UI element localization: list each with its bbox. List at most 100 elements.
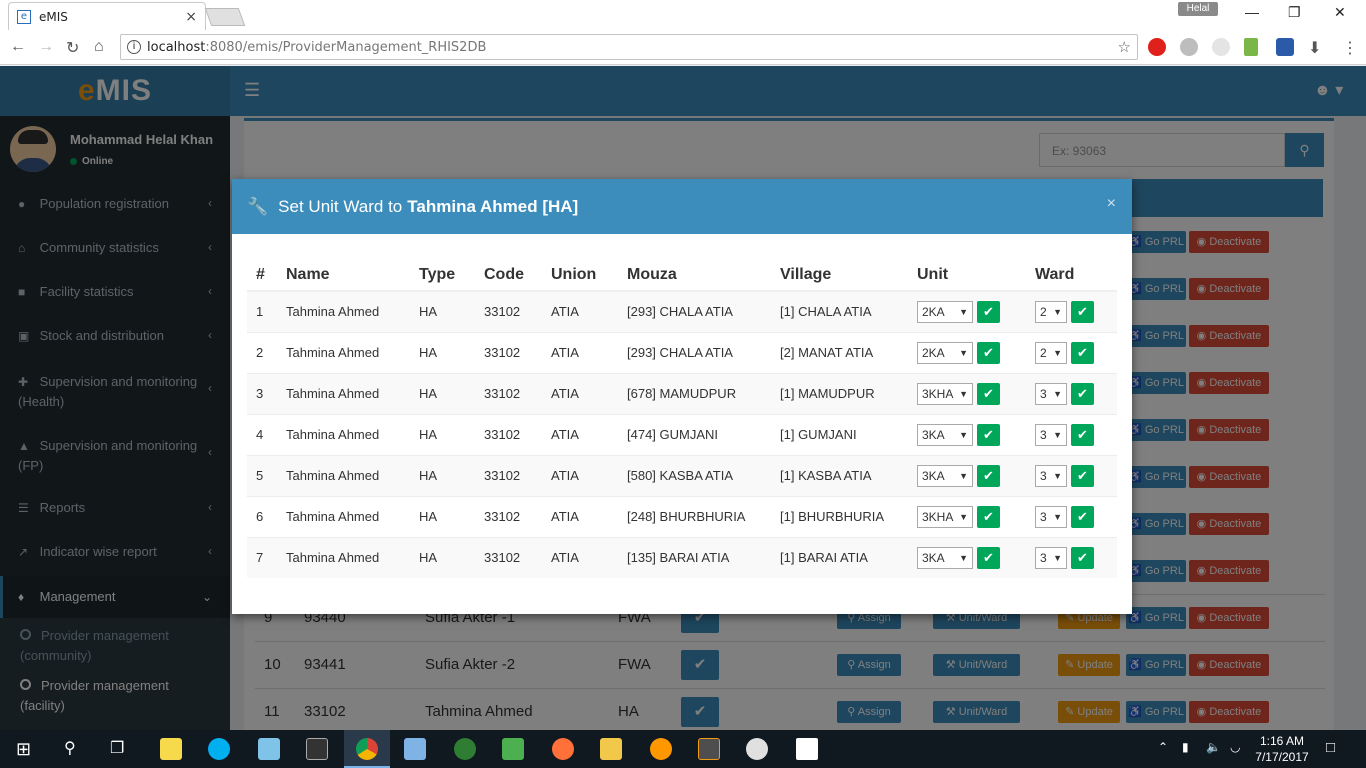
save-unit-button[interactable]: ✔ [977,505,1000,528]
globe-extension-icon[interactable] [1180,38,1198,56]
ward-select[interactable]: 3 ▼ [1035,505,1067,528]
save-unit-button[interactable]: ✔ [977,382,1000,405]
ward-select[interactable]: 3 ▼ [1035,464,1067,487]
row-unit-cell: 2KA ▼ ✔ [908,331,1026,373]
row-mouza: [474] GUMJANI [618,413,771,455]
ward-select[interactable]: 3 ▼ [1035,382,1067,405]
row-village: [1] MAMUDPUR [771,372,908,414]
row-union: ATIA [542,290,618,332]
browser-toolbar: ← → ↻ ⌂ i localhost:8080/emis/ProviderMa… [0,30,1366,65]
save-unit-button[interactable]: ✔ [977,341,1000,364]
show-hidden-icons-icon[interactable]: ⌃ [1158,740,1168,754]
back-icon[interactable]: ← [10,38,26,56]
new-tab-button[interactable] [204,8,246,26]
opera-extension-icon[interactable] [1148,38,1166,56]
row-name: Tahmina Ahmed [277,331,410,373]
sticky-notes-icon[interactable] [160,738,182,760]
row-ward-cell: 3 ▼ ✔ [1026,372,1117,414]
save-unit-button[interactable]: ✔ [977,300,1000,323]
row-mouza: [248] BHURBHURIA [618,495,771,537]
ward-select[interactable]: 3 ▼ [1035,546,1067,569]
save-ward-button[interactable]: ✔ [1071,300,1094,323]
uc-browser-icon[interactable] [650,738,672,760]
site-info-icon[interactable]: i [127,40,141,54]
row-number: 3 [247,372,277,414]
dropdown-arrow-icon: ▼ [959,306,968,317]
chrome-icon[interactable] [356,738,378,760]
row-ward-cell: 2 ▼ ✔ [1026,290,1117,332]
restore-icon[interactable]: ❐ [1288,4,1301,21]
col-header-number: # [247,259,277,292]
file-explorer-icon[interactable] [600,738,622,760]
profile-badge[interactable]: Helal [1178,2,1218,16]
notepad-icon[interactable] [258,738,280,760]
unit-select[interactable]: 2KA ▼ [917,300,973,323]
unit-select[interactable]: 3KA ▼ [917,546,973,569]
unit-select[interactable]: 3KA ▼ [917,423,973,446]
photos-icon[interactable] [796,738,818,760]
row-unit-cell: 3KHA ▼ ✔ [908,372,1026,414]
unit-select[interactable]: 3KHA ▼ [917,382,973,405]
ward-select[interactable]: 2 ▼ [1035,300,1067,323]
save-ward-button[interactable]: ✔ [1071,464,1094,487]
task-view-icon[interactable]: ❐ [110,738,124,758]
spreadsheet-icon[interactable] [502,738,524,760]
unit-select[interactable]: 3KHA ▼ [917,505,973,528]
row-village: [2] MANAT ATIA [771,331,908,373]
app-icon[interactable] [454,738,476,760]
window-close-icon[interactable]: ✕ [1334,4,1346,21]
search-icon[interactable]: ⚲ [64,738,76,758]
col-header-type: Type [410,259,475,292]
row-name: Tahmina Ahmed [277,454,410,496]
reload-icon[interactable]: ↻ [66,38,79,58]
bookmark-star-icon[interactable]: ☆ [1118,38,1131,56]
ward-select[interactable]: 3 ▼ [1035,423,1067,446]
home-icon[interactable]: ⌂ [94,38,104,56]
minimize-icon[interactable]: — [1245,4,1259,20]
save-unit-button[interactable]: ✔ [977,423,1000,446]
volume-icon[interactable]: 🔈 [1206,740,1221,754]
row-code: 33102 [475,290,542,332]
row-type: HA [410,495,475,537]
eyedropper-extension-icon[interactable] [1244,38,1258,56]
save-unit-button[interactable]: ✔ [977,464,1000,487]
wifi-icon[interactable]: ◡ [1230,740,1240,754]
unit-select[interactable]: 3KA ▼ [917,464,973,487]
windows-start-icon[interactable]: ⊞ [16,739,31,760]
save-ward-button[interactable]: ✔ [1071,423,1094,446]
cube-extension-icon[interactable] [1276,38,1294,56]
unit-select[interactable]: 2KA ▼ [917,341,973,364]
save-unit-button[interactable]: ✔ [977,546,1000,569]
save-ward-button[interactable]: ✔ [1071,341,1094,364]
ward-select[interactable]: 2 ▼ [1035,341,1067,364]
system-clock[interactable]: 1:16 AM 7/17/2017 [1252,733,1312,765]
battery-icon[interactable]: ▮ [1182,740,1189,754]
skype-icon[interactable] [208,738,230,760]
col-header-union: Union [542,259,618,292]
terminal-icon[interactable] [306,738,328,760]
modal-close-icon[interactable]: × [1107,195,1116,213]
row-unit-cell: 3KA ▼ ✔ [908,454,1026,496]
save-ward-button[interactable]: ✔ [1071,382,1094,405]
address-bar[interactable]: i localhost:8080/emis/ProviderManagement… [120,34,1138,60]
save-ward-button[interactable]: ✔ [1071,546,1094,569]
notifications-icon[interactable]: □ [1326,739,1335,756]
row-type: HA [410,413,475,455]
sublime-text-icon[interactable] [698,738,720,760]
row-code: 33102 [475,536,542,578]
download-icon[interactable]: ⬇ [1308,38,1321,58]
row-union: ATIA [542,413,618,455]
dropdown-arrow-icon: ▼ [1053,429,1062,440]
modal-header: 🔧 Set Unit Ward to Tahmina Ahmed [HA] [232,179,1132,234]
row-code: 33102 [475,454,542,496]
virtualbox-icon[interactable] [404,738,426,760]
browser-tab[interactable]: e eMIS × [8,2,206,30]
firefox-icon[interactable] [552,738,574,760]
tab-title: eMIS [39,9,68,24]
extension-icon[interactable] [1212,38,1230,56]
paint-icon[interactable] [746,738,768,760]
tab-close-icon[interactable]: × [185,9,197,25]
forward-icon[interactable]: → [38,38,54,56]
browser-menu-icon[interactable]: ⋮ [1342,38,1358,58]
save-ward-button[interactable]: ✔ [1071,505,1094,528]
